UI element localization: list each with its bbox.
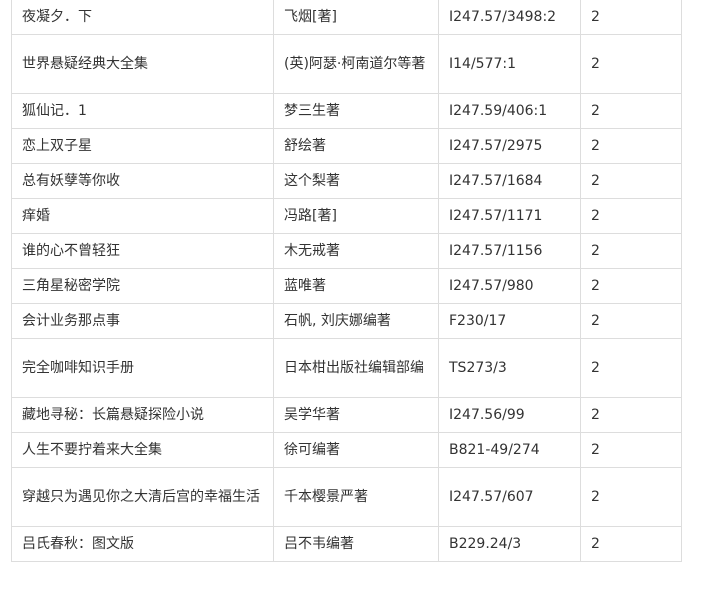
book-list-table: 夜凝夕．下 飞烟[著] I247.57/3498:2 2 世界悬疑经典大全集 (… — [11, 0, 682, 562]
book-count-cell: 2 — [580, 432, 682, 468]
book-title-cell: 完全咖啡知识手册 — [11, 338, 274, 398]
book-author-cell: 飞烟[著] — [273, 0, 439, 35]
book-author-cell: 这个梨著 — [273, 163, 439, 199]
book-call-number-cell: I247.57/607 — [438, 467, 581, 527]
book-author-cell: 千本樱景严著 — [273, 467, 439, 527]
book-count-cell: 2 — [580, 233, 682, 269]
book-count-cell: 2 — [580, 34, 682, 94]
book-title-cell: 夜凝夕．下 — [11, 0, 274, 35]
book-title-cell: 世界悬疑经典大全集 — [11, 34, 274, 94]
table-row: 完全咖啡知识手册 日本柑出版社编辑部编 TS273/3 2 — [11, 338, 682, 398]
book-count-cell: 2 — [580, 128, 682, 164]
book-call-number-cell: I247.57/3498:2 — [438, 0, 581, 35]
table-row: 藏地寻秘：长篇悬疑探险小说 吴学华著 I247.56/99 2 — [11, 397, 682, 433]
book-count-cell: 2 — [580, 268, 682, 304]
book-count-cell: 2 — [580, 198, 682, 234]
book-count-cell: 2 — [580, 467, 682, 527]
book-author-cell: 冯路[著] — [273, 198, 439, 234]
book-count-cell: 2 — [580, 163, 682, 199]
book-title-cell: 恋上双子星 — [11, 128, 274, 164]
book-title-cell: 会计业务那点事 — [11, 303, 274, 339]
book-author-cell: 徐可编著 — [273, 432, 439, 468]
book-title-cell: 吕氏春秋：图文版 — [11, 526, 274, 562]
book-count-cell: 2 — [580, 303, 682, 339]
table-row: 总有妖孽等你收 这个梨著 I247.57/1684 2 — [11, 163, 682, 199]
book-call-number-cell: I247.57/1156 — [438, 233, 581, 269]
book-call-number-cell: B821-49/274 — [438, 432, 581, 468]
book-title-cell: 三角星秘密学院 — [11, 268, 274, 304]
book-title-cell: 人生不要拧着来大全集 — [11, 432, 274, 468]
table-row: 谁的心不曾轻狂 木无戒著 I247.57/1156 2 — [11, 233, 682, 269]
book-call-number-cell: I247.57/2975 — [438, 128, 581, 164]
book-call-number-cell: B229.24/3 — [438, 526, 581, 562]
table-row: 世界悬疑经典大全集 (英)阿瑟·柯南道尔等著 I14/577:1 2 — [11, 34, 682, 94]
book-call-number-cell: TS273/3 — [438, 338, 581, 398]
book-author-cell: 吕不韦编著 — [273, 526, 439, 562]
book-author-cell: (英)阿瑟·柯南道尔等著 — [273, 34, 439, 94]
book-call-number-cell: I247.56/99 — [438, 397, 581, 433]
book-count-cell: 2 — [580, 526, 682, 562]
book-title-cell: 总有妖孽等你收 — [11, 163, 274, 199]
table-row: 人生不要拧着来大全集 徐可编著 B821-49/274 2 — [11, 432, 682, 468]
table-row: 会计业务那点事 石帆, 刘庆娜编著 F230/17 2 — [11, 303, 682, 339]
book-call-number-cell: I247.57/980 — [438, 268, 581, 304]
book-title-cell: 狐仙记．1 — [11, 93, 274, 129]
table-row: 恋上双子星 舒绘著 I247.57/2975 2 — [11, 128, 682, 164]
book-call-number-cell: I14/577:1 — [438, 34, 581, 94]
book-title-cell: 藏地寻秘：长篇悬疑探险小说 — [11, 397, 274, 433]
book-author-cell: 舒绘著 — [273, 128, 439, 164]
table-row: 夜凝夕．下 飞烟[著] I247.57/3498:2 2 — [11, 0, 682, 35]
book-count-cell: 2 — [580, 397, 682, 433]
book-author-cell: 梦三生著 — [273, 93, 439, 129]
book-author-cell: 日本柑出版社编辑部编 — [273, 338, 439, 398]
table-row: 穿越只为遇见你之大清后宫的幸福生活 千本樱景严著 I247.57/607 2 — [11, 467, 682, 527]
book-title-cell: 痒婚 — [11, 198, 274, 234]
table-row: 痒婚 冯路[著] I247.57/1171 2 — [11, 198, 682, 234]
table-row: 吕氏春秋：图文版 吕不韦编著 B229.24/3 2 — [11, 526, 682, 562]
book-title-cell: 穿越只为遇见你之大清后宫的幸福生活 — [11, 467, 274, 527]
book-author-cell: 蓝唯著 — [273, 268, 439, 304]
book-author-cell: 吴学华著 — [273, 397, 439, 433]
book-count-cell: 2 — [580, 338, 682, 398]
book-call-number-cell: I247.57/1684 — [438, 163, 581, 199]
book-call-number-cell: F230/17 — [438, 303, 581, 339]
table-row: 三角星秘密学院 蓝唯著 I247.57/980 2 — [11, 268, 682, 304]
book-call-number-cell: I247.57/1171 — [438, 198, 581, 234]
book-author-cell: 木无戒著 — [273, 233, 439, 269]
book-count-cell: 2 — [580, 93, 682, 129]
table-row: 狐仙记．1 梦三生著 I247.59/406:1 2 — [11, 93, 682, 129]
book-list-body: 夜凝夕．下 飞烟[著] I247.57/3498:2 2 世界悬疑经典大全集 (… — [11, 0, 682, 562]
book-author-cell: 石帆, 刘庆娜编著 — [273, 303, 439, 339]
book-count-cell: 2 — [580, 0, 682, 35]
book-title-cell: 谁的心不曾轻狂 — [11, 233, 274, 269]
book-call-number-cell: I247.59/406:1 — [438, 93, 581, 129]
